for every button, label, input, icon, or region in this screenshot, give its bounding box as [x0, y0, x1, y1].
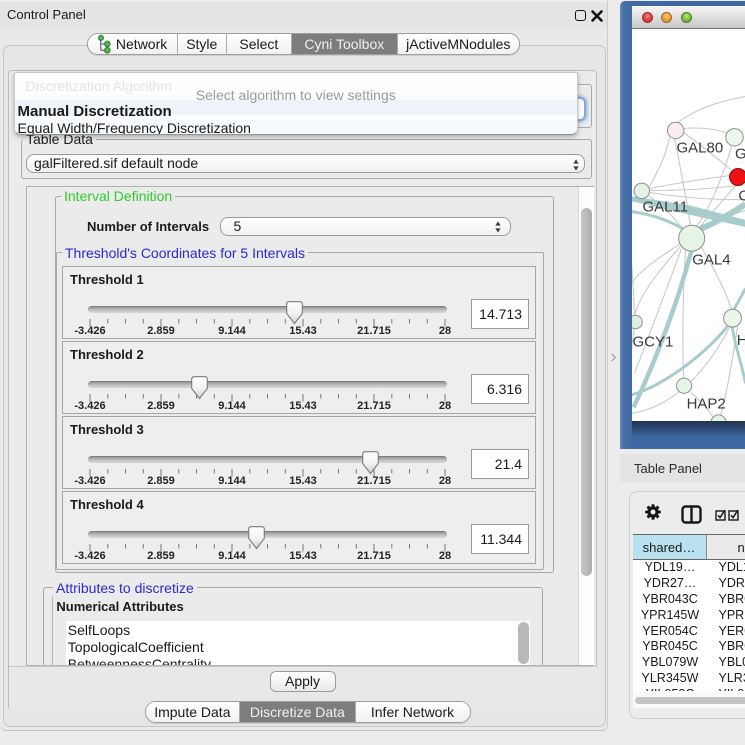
svg-text:GCY1: GCY1: [632, 333, 673, 350]
svg-text:H: H: [736, 332, 745, 349]
svg-text:GAL11: GAL11: [642, 198, 688, 215]
svg-text:GAL4: GAL4: [692, 251, 730, 268]
svg-text:GA: GA: [735, 145, 745, 162]
svg-text:C: C: [738, 187, 745, 204]
svg-text:GAL80: GAL80: [676, 139, 723, 156]
svg-text:HAP2: HAP2: [686, 395, 725, 412]
